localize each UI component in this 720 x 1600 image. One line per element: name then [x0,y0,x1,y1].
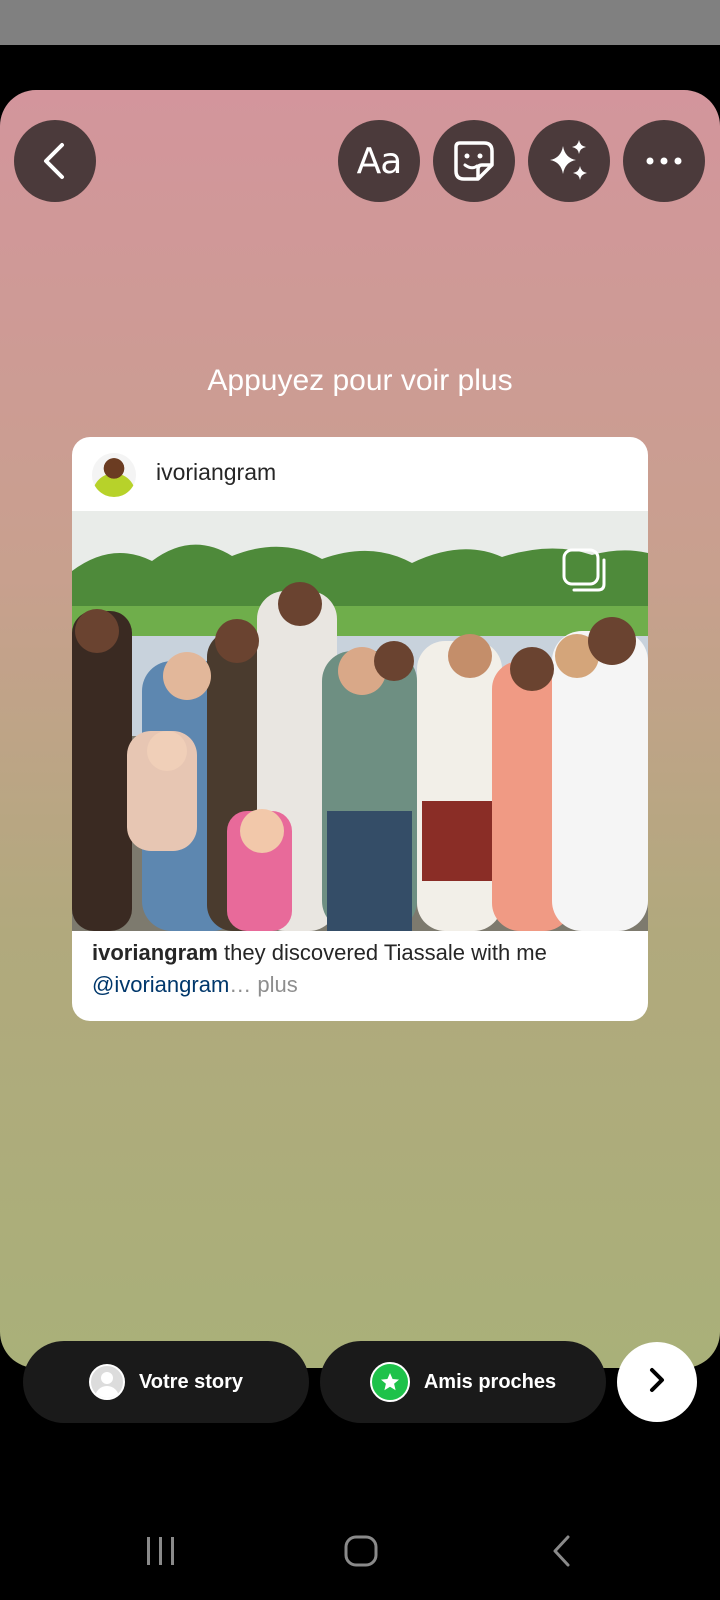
text-tool-button[interactable]: Aa [338,120,420,202]
close-friends-label: Amis proches [423,1370,557,1393]
shared-post-card[interactable]: ivoriangram ivoriangram they discovered … [72,437,648,1021]
system-back-icon[interactable] [550,1534,574,1573]
effects-button[interactable] [528,120,610,202]
post-photo [72,511,648,931]
caption-username: ivoriangram [92,940,218,965]
more-options-button[interactable] [623,120,705,202]
back-button[interactable] [14,120,96,202]
system-navigation-bar [0,1500,720,1600]
sticker-icon [452,139,496,183]
close-friends-star-icon [369,1362,410,1402]
your-story-button[interactable]: Votre story [23,1341,309,1423]
text-tool-label: Aa [356,140,403,182]
avatar [92,453,136,497]
back-chevron-icon [38,141,72,181]
status-bar [0,0,720,45]
recent-apps-icon[interactable] [144,1534,178,1573]
more-dots-icon [646,157,682,165]
tap-to-see-more-hint: Appuyez pour voir plus [207,364,513,397]
caption-text: they discovered Tiassale with me [217,940,547,965]
chevron-right-icon [646,1366,668,1399]
avatar [88,1364,125,1400]
sticker-button[interactable] [433,120,515,202]
caption-mention-link[interactable]: @ivoriangram [92,972,229,997]
home-icon[interactable] [343,1534,379,1573]
close-friends-button[interactable]: Amis proches [320,1341,606,1423]
next-button[interactable] [617,1342,697,1422]
carousel-icon [562,548,608,599]
post-header: ivoriangram [72,437,648,511]
your-story-label: Votre story [138,1370,244,1393]
caption-ellipsis: … [229,972,252,997]
post-username: ivoriangram [156,459,277,485]
caption-more-link[interactable]: plus [251,972,297,997]
post-caption: ivoriangram they discovered Tiassale wit… [92,937,632,1001]
sparkles-effects-icon [546,138,592,184]
